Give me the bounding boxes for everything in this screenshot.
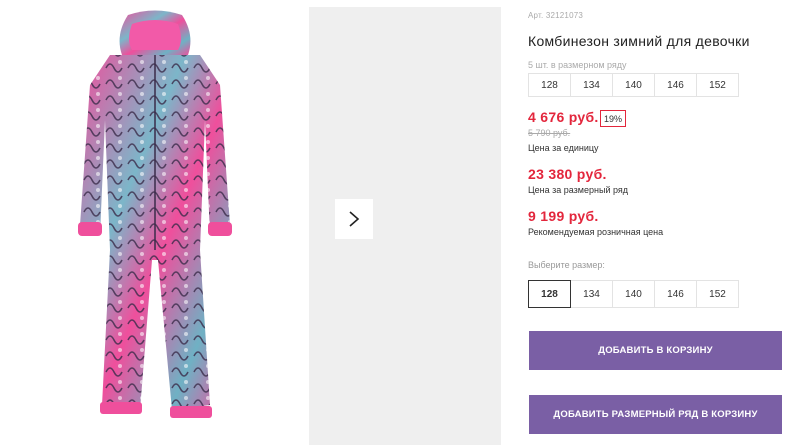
row-size-item: 134 xyxy=(570,73,613,97)
row-price: 23 380 руб. xyxy=(528,166,607,182)
row-size-item: 128 xyxy=(528,73,571,97)
size-picker-label: Выберите размер: xyxy=(528,260,605,270)
size-option[interactable]: 140 xyxy=(612,280,655,308)
size-picker: 128 134 140 146 152 xyxy=(528,280,739,308)
gallery-next-button[interactable] xyxy=(335,199,373,239)
row-price-caption: Цена за размерный ряд xyxy=(528,185,629,195)
row-size-note: 5 шт. в размерном ряду xyxy=(528,60,627,70)
size-option-selected[interactable]: 128 xyxy=(528,280,571,308)
product-sku: Арт. 32121073 xyxy=(528,11,584,20)
product-image[interactable] xyxy=(0,0,308,445)
row-size-item: 140 xyxy=(612,73,655,97)
unit-price-caption: Цена за единицу xyxy=(528,143,599,153)
retail-price-caption: Рекомендуемая розничная цена xyxy=(528,227,664,237)
chevron-right-icon xyxy=(349,211,360,227)
size-option[interactable]: 134 xyxy=(570,280,613,308)
size-option[interactable]: 146 xyxy=(654,280,697,308)
product-title: Комбинезон зимний для девочки xyxy=(528,33,750,49)
add-row-to-cart-button[interactable]: ДОБАВИТЬ РАЗМЕРНЫЙ РЯД В КОРЗИНУ xyxy=(529,395,782,434)
row-size-item: 146 xyxy=(654,73,697,97)
old-price: 5 790 руб. xyxy=(528,128,571,138)
row-size-item: 152 xyxy=(696,73,739,97)
size-option[interactable]: 152 xyxy=(696,280,739,308)
retail-price: 9 199 руб. xyxy=(528,208,599,224)
discount-badge: 19% xyxy=(600,110,627,127)
snowsuit-illustration xyxy=(78,10,232,418)
add-to-cart-button[interactable]: ДОБАВИТЬ В КОРЗИНУ xyxy=(529,331,782,370)
row-sizes-list: 128 134 140 146 152 xyxy=(528,73,786,97)
unit-price: 4 676 руб. xyxy=(528,109,599,125)
